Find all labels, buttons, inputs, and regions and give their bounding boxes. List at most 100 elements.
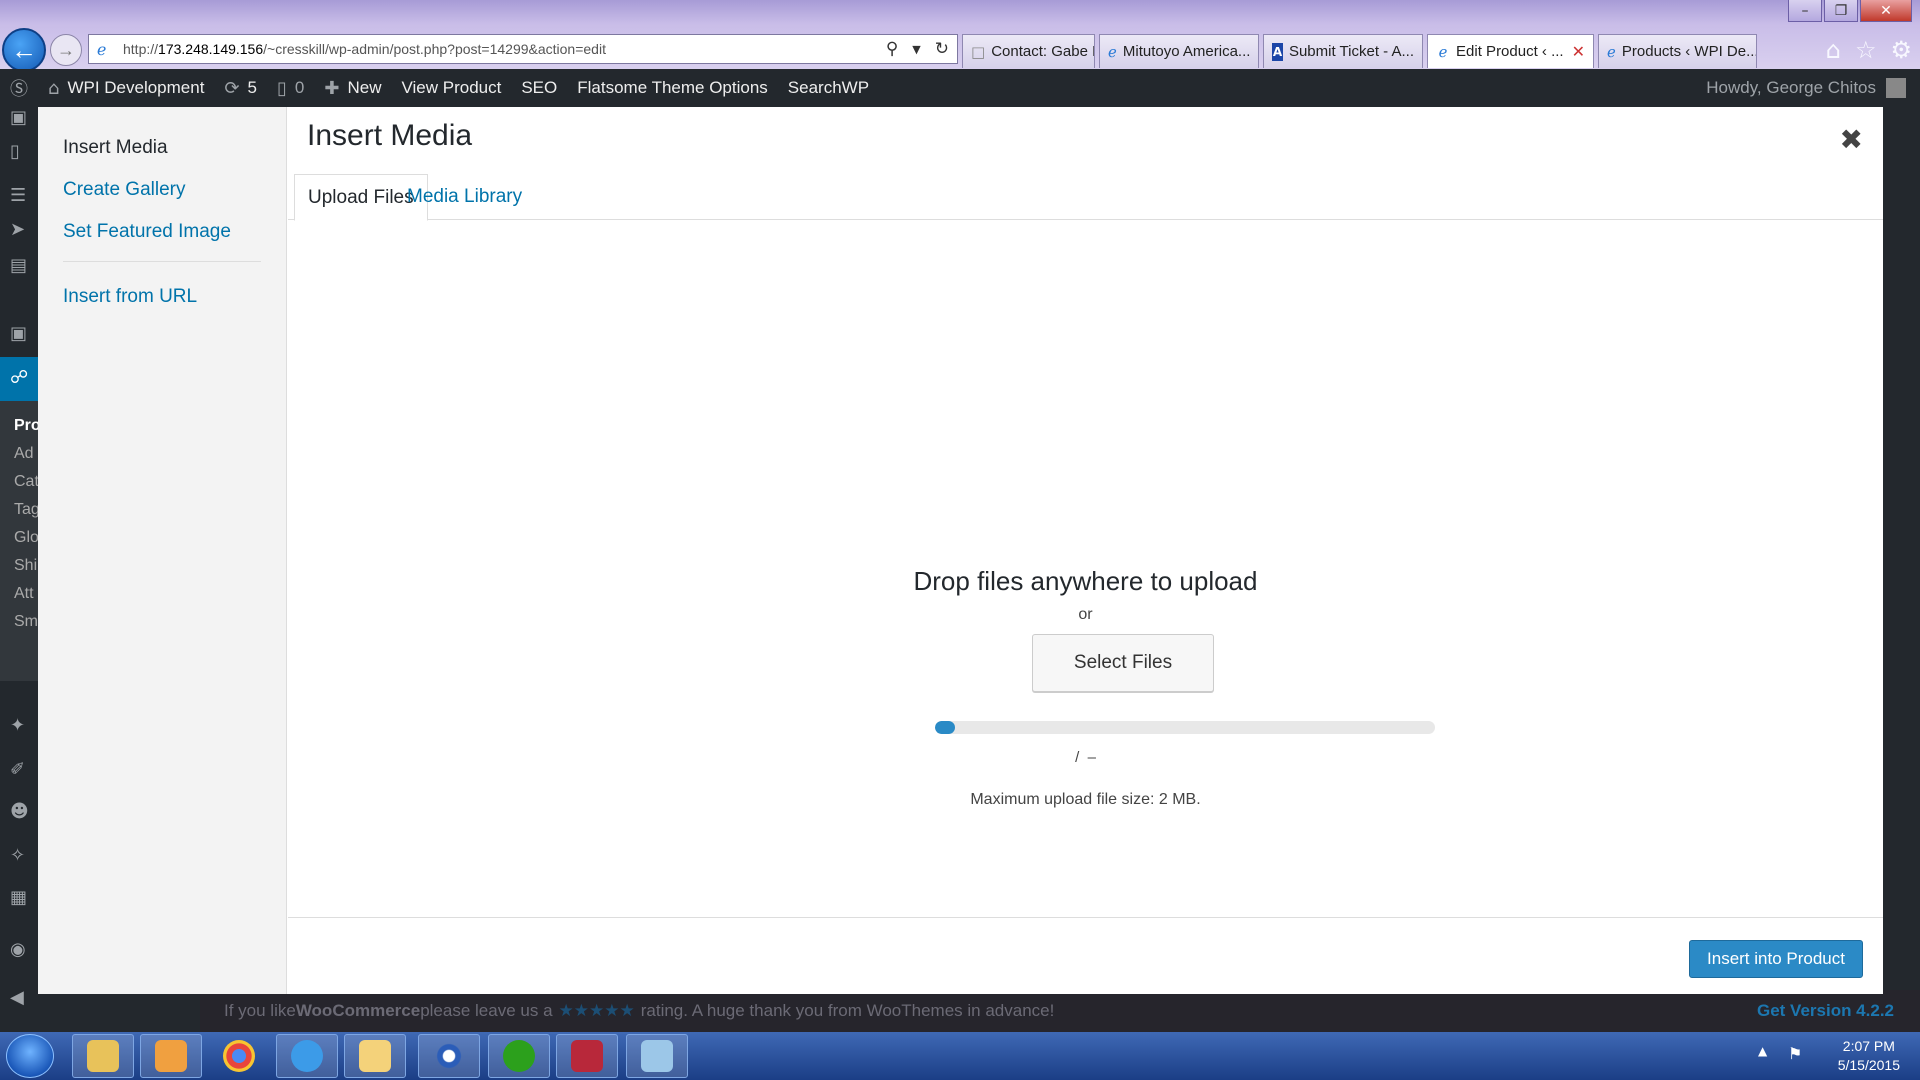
ie-icon: ℯ [1108, 42, 1117, 61]
plugins-icon: ✦ [10, 715, 26, 736]
home-icon[interactable]: ⌂ [1826, 36, 1841, 64]
arrow-right-icon: → [57, 39, 75, 60]
file-explorer-icon[interactable] [72, 1034, 134, 1078]
home-icon: ⌂ [48, 77, 60, 99]
system-tray: ▲ ⚑ 2:07 PM 5/15/2015 [1750, 1032, 1920, 1080]
forward-button[interactable]: → [50, 34, 82, 66]
account-menu[interactable]: Howdy, George Chitos [1706, 69, 1906, 107]
internet-explorer-icon[interactable] [276, 1034, 338, 1078]
upload-progress-fill [935, 721, 955, 734]
browser-chrome: – ❐ ✕ ← → ℯ http://173.248.149.156/~cres… [0, 0, 1920, 72]
menu-set-featured-image[interactable]: Set Featured Image [38, 211, 286, 253]
acrobat-icon[interactable] [556, 1034, 618, 1078]
maximize-button[interactable]: ❐ [1824, 0, 1858, 22]
upload-progress-bar [935, 721, 1435, 734]
show-hidden-icons-icon[interactable]: ▲ [1758, 1044, 1767, 1058]
url-text: http://173.248.149.156/~cresskill/wp-adm… [123, 41, 606, 57]
brush-icon: ✐ [10, 759, 26, 780]
refresh-icon[interactable]: ↻ [935, 39, 949, 59]
plus-icon: ✚ [324, 77, 340, 99]
arrow-left-icon: ← [11, 34, 37, 65]
updates-link[interactable]: ⟳ 5 [214, 78, 267, 99]
tab-products[interactable]: ℯ Products ‹ WPI De... [1598, 34, 1757, 68]
quickbooks-icon[interactable] [488, 1034, 550, 1078]
ie-icon: ℯ [97, 40, 107, 59]
action-center-flag-icon[interactable]: ⚑ [1788, 1044, 1802, 1063]
seo-link[interactable]: SEO [511, 78, 567, 98]
insert-into-product-button[interactable]: Insert into Product [1689, 940, 1863, 978]
address-bar[interactable]: ℯ http://173.248.149.156/~cresskill/wp-a… [88, 34, 958, 64]
woocommerce-icon: ▣ [10, 323, 28, 344]
ie-icon: ℯ [1607, 42, 1616, 61]
comments-link[interactable]: ▯ 0 [267, 78, 314, 99]
list-icon: ☰ [10, 185, 27, 206]
menu-insert-from-url[interactable]: Insert from URL [38, 276, 286, 318]
users-icon: ☻ [10, 801, 29, 822]
drop-instructions: Drop files anywhere to upload [913, 566, 1258, 596]
tab-contact[interactable]: □Contact: Gabe Mu... [962, 34, 1095, 68]
avatar [1886, 78, 1906, 98]
close-window-button[interactable]: ✕ [1860, 0, 1912, 22]
pin-icon: ➤ [10, 219, 26, 240]
pages-icon: ▤ [10, 255, 28, 276]
blue-a-icon: A [1272, 42, 1283, 61]
clock[interactable]: 2:07 PM 5/15/2015 [1838, 1037, 1900, 1075]
eye-app-icon[interactable] [418, 1034, 480, 1078]
modal-title: Insert Media [307, 119, 473, 152]
start-button[interactable] [6, 1034, 54, 1078]
menu-separator [63, 261, 261, 262]
settings-icon: ▦ [10, 887, 28, 908]
chrome-icon[interactable] [208, 1034, 270, 1078]
seo-icon: ◉ [10, 939, 26, 960]
close-icon[interactable]: ✖ [1840, 123, 1863, 156]
media-toolbar: Insert into Product [288, 917, 1883, 994]
media-router: Upload Files Media Library [288, 167, 1883, 221]
menu-insert-media[interactable]: Insert Media [38, 127, 286, 169]
minimize-button[interactable]: – [1788, 0, 1822, 22]
insert-media-modal: Insert Media Create Gallery Set Featured… [38, 107, 1883, 994]
menu-create-gallery[interactable]: Create Gallery [38, 169, 286, 211]
media-player-icon[interactable] [140, 1034, 202, 1078]
search-icon[interactable]: ⚲ [886, 39, 898, 59]
tab-submit-ticket[interactable]: A Submit Ticket - A... [1263, 34, 1423, 68]
wordpress-icon: Ⓢ [10, 79, 28, 100]
cart-icon: ☍ [10, 367, 29, 388]
upload-dropzone[interactable]: Drop files anywhere to upload or Select … [288, 221, 1883, 924]
comment-icon: ▯ [277, 77, 287, 99]
tab-edit-product[interactable]: ℯ Edit Product ‹ ... ✕ [1427, 34, 1594, 68]
collapse-icon: ◀ [10, 987, 24, 1008]
wp-logo[interactable]: Ⓢ [0, 75, 38, 101]
rating-stars[interactable]: ★★★★★ [559, 1001, 635, 1021]
tab-media-library[interactable]: Media Library [394, 174, 535, 221]
new-content-link[interactable]: ✚ New [314, 78, 391, 99]
dashboard-icon: ▣ [10, 107, 28, 128]
wp-footer-notice: If you like WooCommerce please leave us … [200, 990, 1920, 1032]
site-name-link[interactable]: ⌂ WPI Development [38, 78, 214, 99]
chevron-down-icon[interactable]: ▼ [912, 39, 920, 59]
select-files-button[interactable]: Select Files [1032, 634, 1214, 692]
comments-icon: ▯ [10, 141, 20, 162]
close-tab-icon[interactable]: ✕ [1572, 42, 1585, 61]
sidebar-item-products[interactable]: ☍ [0, 357, 38, 401]
wp-admin-bar: Ⓢ ⌂ WPI Development ⟳ 5 ▯ 0 ✚ New View Produ… [0, 69, 1920, 107]
notepad-icon[interactable] [626, 1034, 688, 1078]
outlook-icon[interactable] [344, 1034, 406, 1078]
tab-mitutoyo[interactable]: ℯ Mitutoyo America... [1099, 34, 1259, 68]
or-label: or [1078, 606, 1093, 623]
searchwp-link[interactable]: SearchWP [778, 78, 879, 98]
wp-admin-sidebar: ▣ ▯ ☰ ➤ ▤ ▣ ☍ Pro Ad Cat Tag Glo Shi Att… [0, 107, 41, 1032]
media-frame-menu: Insert Media Create Gallery Set Featured… [38, 107, 287, 994]
updates-icon: ⟳ [224, 77, 240, 99]
theme-options-link[interactable]: Flatsome Theme Options [567, 78, 778, 98]
favorites-star-icon[interactable]: ☆ [1855, 36, 1877, 64]
max-upload-size: Maximum upload file size: 2 MB. [970, 791, 1201, 808]
window-controls: – ❐ ✕ [1788, 0, 1912, 22]
sidebar-submenu: Pro Ad Cat Tag Glo Shi Att Sm [0, 401, 41, 681]
ie-icon: ℯ [1438, 42, 1448, 61]
back-button[interactable]: ← [2, 28, 46, 72]
view-product-link[interactable]: View Product [391, 78, 511, 98]
tab-strip: □Contact: Gabe Mu... ℯMitutoyo America..… [962, 34, 1757, 68]
windows-taskbar: ▲ ⚑ 2:07 PM 5/15/2015 [0, 1032, 1920, 1080]
get-version-link[interactable]: Get Version 4.2.2 [1757, 1001, 1894, 1021]
gear-icon[interactable]: ⚙ [1890, 36, 1912, 64]
